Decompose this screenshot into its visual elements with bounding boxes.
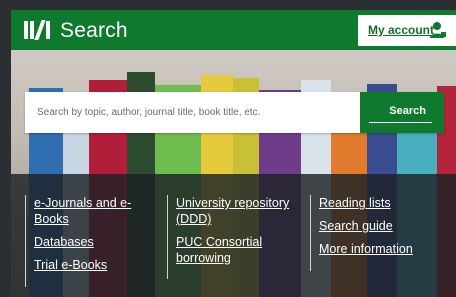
links-column-1: e-Journals and e-Books Databases Trial e… (25, 195, 153, 287)
link-databases[interactable]: Databases (34, 234, 153, 250)
logo-bar (30, 21, 34, 39)
page-title: Search (60, 19, 128, 42)
search-button-underline (369, 122, 432, 123)
institution-logo (24, 18, 50, 42)
link-search-guide[interactable]: Search guide (319, 218, 450, 234)
links-column-3: Reading lists Search guide More informat… (310, 195, 450, 271)
search-button-label: Search (389, 105, 426, 117)
search-button[interactable]: Search (360, 92, 444, 133)
logo-bar (24, 21, 28, 39)
my-account-button[interactable]: My account (358, 15, 456, 46)
search-input[interactable] (25, 92, 360, 133)
link-reading-lists[interactable]: Reading lists (319, 195, 450, 211)
user-icon (430, 22, 446, 38)
link-puc-consortial-borrowing[interactable]: PUC Consortial borrowing (176, 234, 300, 266)
link-more-information[interactable]: More information (319, 241, 450, 257)
link-ejournals-ebooks[interactable]: e-Journals and e-Books (34, 195, 153, 227)
logo-slash (34, 20, 46, 40)
search-bar: Search (25, 92, 444, 133)
my-account-link[interactable]: My account (368, 23, 434, 37)
link-university-repository[interactable]: University repository (DDD) (176, 195, 300, 227)
site-header: Search My account (11, 10, 456, 50)
page: Search My account Search e-Journals and … (0, 0, 456, 297)
link-trial-ebooks[interactable]: Trial e-Books (34, 257, 153, 273)
logo-bar (46, 21, 50, 39)
links-column-2: University repository (DDD) PUC Consorti… (167, 195, 300, 279)
